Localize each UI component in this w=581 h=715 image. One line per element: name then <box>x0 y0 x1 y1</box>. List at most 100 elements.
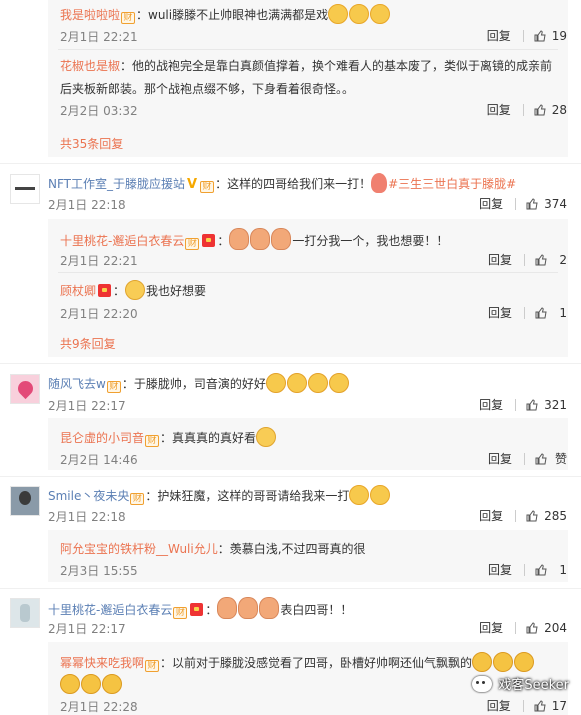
reply-text: 一打分我一个，我也想要！！ <box>292 234 449 248</box>
reply-text: ：他的战袍完全是靠白真颜值撑着，换个难看人的基本废了，类似于离镜的成亲前 <box>120 59 553 73</box>
avatar[interactable] <box>10 374 40 404</box>
divider <box>0 588 581 589</box>
fortune-badge-icon: 财 <box>106 381 121 393</box>
divider <box>515 197 517 210</box>
crying-emoji-icon <box>307 373 328 393</box>
reply-button[interactable]: 回复 <box>488 304 512 321</box>
reply-author[interactable]: 幂幂快来吃我啊 <box>60 656 144 670</box>
thumb-up-icon[interactable] <box>535 306 547 319</box>
avatar[interactable] <box>10 598 40 628</box>
reply-line: 顾杖卿：我也好想要 <box>60 280 206 300</box>
crying-emoji-icon <box>265 373 286 393</box>
red-envelope-icon <box>202 234 216 247</box>
reply-button[interactable]: 回复 <box>488 561 512 578</box>
fortune-badge-icon: 财 <box>185 238 200 250</box>
reply-line: 阿允宝宝的铁杆粉__Wuli允儿：羡慕白浅,不过四哥真的很 <box>60 540 366 558</box>
pig-emoji-icon <box>259 597 280 619</box>
comment-line: Smile丶夜未央财：护妹狂魔，这样的哥哥请给我来一打 <box>48 485 391 505</box>
comment-actions: 回复 321 <box>479 396 567 413</box>
topic-link[interactable]: #三生三世白真于滕胧# <box>388 177 516 191</box>
laugh-emoji-icon <box>81 674 101 694</box>
reply-time: 2月2日 14:46 <box>60 453 138 467</box>
red-envelope-icon <box>190 603 204 616</box>
pig-emoji-icon <box>229 228 250 250</box>
reply-actions: 回复 19 <box>487 27 567 44</box>
thumb-up-icon[interactable] <box>526 621 538 634</box>
laugh-emoji-icon <box>514 652 535 672</box>
reply-author[interactable]: 十里桃花-邂逅白衣春云 <box>60 234 184 248</box>
comment-time: 2月1日 22:18 <box>48 510 126 524</box>
comment-time: 2月1日 22:17 <box>48 622 126 636</box>
reply-author[interactable]: 我是啦啦啦 <box>60 8 120 22</box>
reply-text: ：真真真的真好看 <box>160 431 257 445</box>
comment-feed: 我是啦啦啦财：wuli滕滕不止帅眼神也满满都是戏 2月1日 22:21 回复 1… <box>0 0 581 715</box>
thumb-up-icon[interactable] <box>526 509 538 522</box>
thumb-up-icon[interactable] <box>534 699 546 712</box>
divider <box>522 699 524 712</box>
comment-text: ：这样的四哥给我们来一打！ <box>215 177 372 191</box>
reply-actions: 回复 赞 <box>488 450 567 467</box>
reply-button[interactable]: 回复 <box>487 697 511 714</box>
watermark: 戏客Seeker <box>472 674 569 693</box>
reply-button[interactable]: 回复 <box>479 619 503 636</box>
like-count: 1 <box>559 305 567 320</box>
comment-time: 2月1日 22:17 <box>48 399 126 413</box>
divider <box>524 253 525 266</box>
laugh-emoji-icon <box>472 652 493 672</box>
avatar[interactable] <box>10 486 40 516</box>
divider <box>515 398 517 411</box>
divider <box>524 452 525 465</box>
thumb-up-icon[interactable] <box>526 398 538 411</box>
like-count: 285 <box>544 508 567 523</box>
divider <box>58 272 558 273</box>
comment-text: 表白四哥！！ <box>280 603 353 617</box>
like-count: 2 <box>559 252 567 267</box>
cat-emoji-icon <box>349 485 370 505</box>
cat-emoji-icon <box>349 4 370 24</box>
reply-author[interactable]: 花椒也是椒 <box>60 59 120 73</box>
reply-button[interactable]: 回复 <box>479 507 503 524</box>
wechat-icon <box>472 675 493 692</box>
reply-author[interactable]: 顾杖卿 <box>60 284 96 298</box>
reply-actions: 回复 1 <box>488 304 567 321</box>
comment-author[interactable]: 十里桃花-邂逅白衣春云 <box>48 603 172 617</box>
avatar[interactable] <box>10 174 40 204</box>
pig-emoji-icon <box>217 597 238 619</box>
comment-author[interactable]: 随风飞去w <box>48 377 106 391</box>
reply-text: ：以前对于滕胧没感觉看了四哥，卧槽好帅啊还仙气飘飘的 <box>160 656 473 670</box>
thumb-up-icon[interactable] <box>535 452 547 465</box>
comment-actions: 回复 204 <box>479 619 567 636</box>
reply-author[interactable]: 阿允宝宝的铁杆粉__Wuli允儿 <box>60 542 218 556</box>
reply-actions: 回复 17 <box>487 697 567 714</box>
reply-button[interactable]: 回复 <box>488 251 512 268</box>
reply-button[interactable]: 回复 <box>479 396 503 413</box>
divider <box>515 509 517 522</box>
thumb-up-icon[interactable] <box>534 29 546 42</box>
thumb-up-icon[interactable] <box>534 103 546 116</box>
reply-line: 昆仑虚的小司音财：真真真的真好看 <box>60 427 277 447</box>
thumb-up-icon[interactable] <box>535 563 547 576</box>
reply-button[interactable]: 回复 <box>487 27 511 44</box>
cat-emoji-icon <box>370 4 391 24</box>
watermark-text: 戏客Seeker <box>498 678 569 693</box>
thumb-up-icon[interactable] <box>526 197 538 210</box>
comment-author[interactable]: NFT工作室_于滕胧应援站 <box>48 177 185 191</box>
comment-author[interactable]: Smile丶夜未央 <box>48 489 129 503</box>
thumb-up-icon[interactable] <box>535 253 547 266</box>
sticker-icon <box>371 173 388 193</box>
more-replies-link[interactable]: 共9条回复 <box>60 335 116 352</box>
divider <box>58 49 558 50</box>
reply-time: 2月2日 03:32 <box>60 104 138 118</box>
like-count: 28 <box>551 102 567 117</box>
reply-button[interactable]: 回复 <box>479 195 503 212</box>
reply-button[interactable]: 回复 <box>488 450 512 467</box>
reply-button[interactable]: 回复 <box>487 101 511 118</box>
vip-icon: V <box>187 177 198 192</box>
reply-author[interactable]: 昆仑虚的小司音 <box>60 431 144 445</box>
face-emoji-icon <box>256 427 277 447</box>
like-count: 321 <box>544 397 567 412</box>
more-replies-link[interactable]: 共35条回复 <box>60 135 123 152</box>
reply-actions: 回复 2 <box>488 251 567 268</box>
fortune-badge-icon: 财 <box>121 12 136 24</box>
crying-emoji-icon <box>286 373 307 393</box>
